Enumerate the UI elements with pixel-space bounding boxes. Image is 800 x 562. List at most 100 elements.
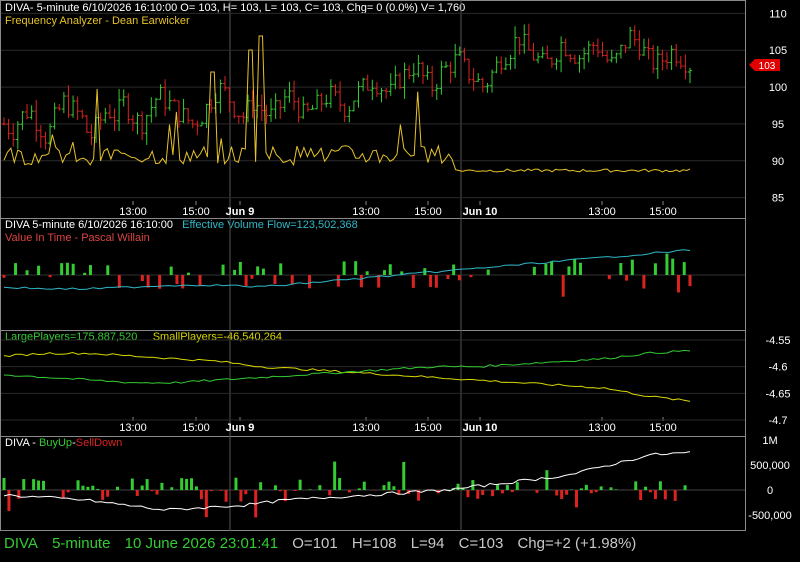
selldown-bar <box>476 490 480 499</box>
flow-bar-up <box>233 269 237 275</box>
time-axis-label: 15:00 <box>649 206 677 218</box>
flow-bar-up <box>65 262 69 275</box>
flow-bar-up <box>486 269 490 275</box>
time-axis-label: 15:00 <box>649 422 677 434</box>
buyup-bar <box>456 483 460 490</box>
flow-bar-down <box>676 275 680 293</box>
time-axis-label: 13:00 <box>119 206 147 218</box>
buyup-bar <box>91 485 95 490</box>
buyup-bar <box>392 486 396 490</box>
flow-bar-down <box>377 275 381 288</box>
buyup-bar <box>545 470 549 490</box>
flow-bar-up <box>106 265 110 275</box>
buyup-bar <box>81 485 85 490</box>
time-axis-label: 13:00 <box>119 422 147 434</box>
buyup-bar <box>190 478 194 490</box>
selldown-bar <box>278 490 282 492</box>
flow-bar-down <box>446 275 450 280</box>
selldown-bar <box>293 490 297 492</box>
selldown-bar <box>239 490 243 502</box>
flow-bar-up <box>619 263 623 275</box>
selldown-bar <box>653 490 657 500</box>
buyup-bar <box>194 486 198 490</box>
flow-bar-up <box>279 263 283 275</box>
flow-bar-down <box>607 275 611 280</box>
selldown-bar <box>466 490 470 498</box>
flow-bar-up <box>37 265 41 275</box>
buyup-bar <box>170 487 174 490</box>
selldown-bar <box>101 490 105 500</box>
selldown-bar <box>649 490 653 493</box>
flow-bar-up <box>550 261 554 275</box>
buyup-bar <box>160 482 164 490</box>
time-axis-label: Jun 10 <box>463 422 498 434</box>
buyup-bar <box>357 488 361 490</box>
flow-bar-up <box>60 263 64 275</box>
buyup-bar <box>41 480 45 490</box>
status-change: Chg=+2 (+1.98%) <box>517 535 637 552</box>
buyup-bar <box>584 484 588 490</box>
flow-bar-down <box>117 275 121 288</box>
time-axis-label: 15:00 <box>182 206 210 218</box>
status-symbol: DIVA <box>4 535 38 552</box>
selldown-bar <box>209 490 213 492</box>
buyup-bar <box>273 485 277 490</box>
flow-bar-down <box>198 275 202 287</box>
flow-bar-down <box>250 275 254 279</box>
flow-bar-down <box>411 275 415 288</box>
flow-bar-down <box>175 275 179 285</box>
flow-bar-up <box>653 263 657 275</box>
selldown-bar <box>589 490 593 494</box>
buyup-bar <box>599 486 603 490</box>
players-y-tick: -4.7 <box>769 415 788 427</box>
frequency-analyzer-line <box>3 35 691 173</box>
flow-bar-up <box>261 268 265 275</box>
selldown-bar <box>481 490 485 496</box>
buyup-bar <box>382 485 386 490</box>
selldown-bar <box>244 490 248 495</box>
selldown-bar <box>106 490 110 497</box>
buyup-bar <box>308 489 312 490</box>
buyup-bar <box>362 481 366 490</box>
selldown-bar <box>663 490 667 500</box>
buyup-bar <box>387 481 391 490</box>
buyup-bar <box>86 486 90 490</box>
flow-bar-down <box>308 275 312 289</box>
selldown-bar <box>565 490 569 495</box>
buyup-bar <box>145 479 149 490</box>
selldown-bar <box>219 490 223 491</box>
flow-bar-up <box>665 253 669 275</box>
selldown-bar <box>61 490 65 499</box>
buy-y-tick: 0 <box>767 485 773 497</box>
status-interval: 5-minute <box>52 535 111 552</box>
buyup-bar <box>402 461 406 490</box>
flow-bar-down <box>561 275 565 297</box>
time-axis-label: 15:00 <box>414 206 442 218</box>
flow-bar-up <box>14 263 18 275</box>
flow-bar-down <box>146 275 150 288</box>
flow-bar-up <box>169 266 173 275</box>
last-price-value: 103 <box>759 61 776 72</box>
time-axis-label: 13:00 <box>588 422 616 434</box>
buyup-bar <box>658 481 662 490</box>
flow-bar-up <box>256 266 260 275</box>
players-y-tick: -4.65 <box>765 388 790 400</box>
flow-bar-up <box>342 261 346 275</box>
selldown-bar <box>673 490 677 501</box>
flow-bar-down <box>359 275 363 288</box>
buy-y-tick: 500,000 <box>750 460 790 472</box>
flow-bar-down <box>336 275 340 287</box>
flow-bar-up <box>532 266 536 275</box>
flow-bar-up <box>671 258 675 275</box>
flow-bar-up <box>25 270 29 275</box>
buyup-bar <box>76 480 80 490</box>
selldown-bar <box>535 490 539 493</box>
buyup-bar <box>37 480 41 490</box>
buyup-bar <box>259 482 263 490</box>
selldown-bar <box>510 490 514 493</box>
buyup-bar <box>32 479 36 490</box>
flow-bar-up <box>567 266 571 275</box>
time-axis-label: 13:00 <box>588 206 616 218</box>
flow-bar-up <box>186 272 190 275</box>
time-axis-label: Jun 9 <box>226 422 255 434</box>
